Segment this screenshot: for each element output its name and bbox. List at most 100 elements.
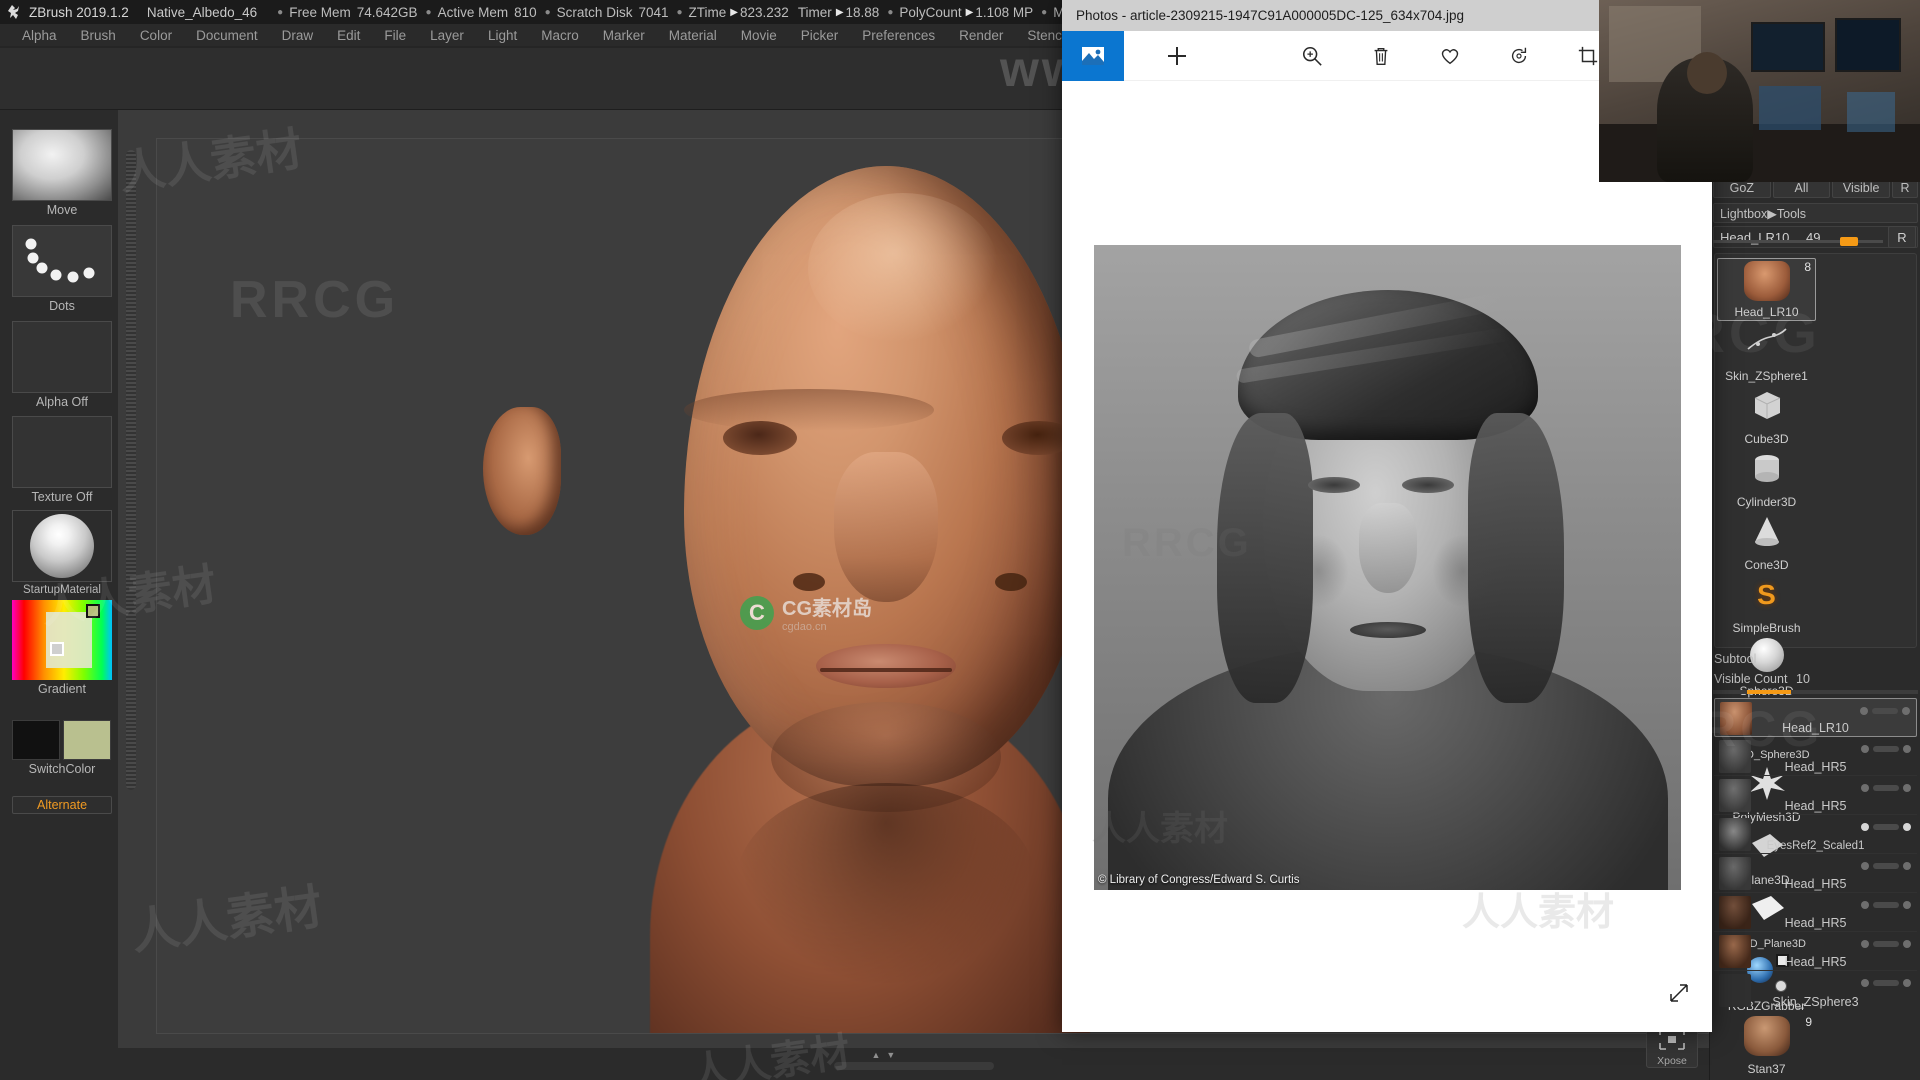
menu-edit[interactable]: Edit — [325, 26, 372, 45]
subtool-row-head-lr10[interactable]: Head_LR10 — [1714, 698, 1917, 737]
color-picker-swatch[interactable] — [12, 600, 112, 680]
photos-home-icon[interactable] — [1062, 30, 1124, 81]
active-tool-r-button[interactable]: R — [1888, 226, 1916, 248]
tool-simplebrush[interactable]: S SimpleBrush — [1717, 573, 1816, 636]
subtool-slider[interactable] — [1873, 824, 1899, 830]
paint-dot-icon[interactable] — [1903, 745, 1911, 753]
paint-dot-icon[interactable] — [1902, 707, 1910, 715]
brush-palette-item[interactable]: Move — [12, 129, 112, 217]
zoom-icon[interactable] — [1289, 31, 1336, 81]
texture-off-thumb[interactable] — [12, 416, 112, 488]
rotate-icon[interactable] — [1496, 31, 1543, 81]
subtool-row-head-hr5-3[interactable]: Head_HR5 — [1714, 854, 1917, 893]
paint-dot-icon[interactable] — [1903, 784, 1911, 792]
add-icon[interactable] — [1154, 31, 1201, 81]
color-field[interactable] — [46, 612, 92, 668]
visibility-dot-icon[interactable] — [1861, 823, 1869, 831]
menu-document[interactable]: Document — [184, 26, 270, 45]
subtool-controls[interactable] — [1861, 862, 1911, 870]
subtool-controls[interactable] — [1861, 901, 1911, 909]
visibility-dot-icon[interactable] — [1860, 707, 1868, 715]
menu-layer[interactable]: Layer — [418, 26, 476, 45]
lightbox-tools-band[interactable]: Lightbox▶Tools — [1713, 203, 1918, 223]
subtool-row-head-hr5-1[interactable]: Head_HR5 — [1714, 737, 1917, 776]
tool-cone3d[interactable]: Cone3D — [1717, 510, 1816, 573]
canvas-vertical-scrollbar[interactable] — [126, 150, 136, 790]
tool-cube3d[interactable]: Cube3D — [1717, 384, 1816, 447]
menu-macro[interactable]: Macro — [529, 26, 591, 45]
menu-preferences[interactable]: Preferences — [850, 26, 947, 45]
material-palette-item[interactable]: StartupMaterial — [12, 510, 112, 596]
color-swatch-black[interactable] — [12, 720, 60, 760]
visibility-dot-icon[interactable] — [1861, 862, 1869, 870]
menu-light[interactable]: Light — [476, 26, 529, 45]
paint-dot-icon[interactable] — [1903, 901, 1911, 909]
paint-dot-icon[interactable] — [1903, 979, 1911, 987]
alpha-palette-item[interactable]: Alpha Off — [12, 321, 112, 409]
visibility-dot-icon[interactable] — [1861, 940, 1869, 948]
menu-render[interactable]: Render — [947, 26, 1015, 45]
subtool-controls[interactable] — [1861, 745, 1911, 753]
switch-color-item[interactable]: SwitchColor — [12, 720, 112, 776]
canvas-horizontal-scrollbar[interactable] — [833, 1062, 994, 1070]
visibility-dot-icon[interactable] — [1861, 745, 1869, 753]
stroke-dots-thumb[interactable] — [12, 225, 112, 297]
subtool-row-head-hr5-2[interactable]: Head_HR5 — [1714, 776, 1917, 815]
menu-marker[interactable]: Marker — [591, 26, 657, 45]
visibility-dot-icon[interactable] — [1861, 979, 1869, 987]
subtool-slider[interactable] — [1872, 708, 1898, 714]
webcam-video-overlay[interactable] — [1599, 0, 1920, 182]
menu-movie[interactable]: Movie — [729, 26, 789, 45]
subtool-scroll-thumb[interactable] — [1747, 690, 1791, 694]
subtool-controls[interactable] — [1860, 707, 1910, 715]
active-tool-slider-knob[interactable] — [1840, 237, 1858, 246]
subtool-controls[interactable] — [1861, 823, 1911, 831]
favorite-icon[interactable] — [1427, 31, 1474, 81]
color-palette-item[interactable]: Gradient — [12, 600, 112, 696]
tool-head-lr10-top[interactable]: 8 Head_LR10 — [1717, 258, 1816, 321]
cube-icon — [1744, 386, 1790, 426]
subtool-controls[interactable] — [1861, 940, 1911, 948]
stroke-palette-item[interactable]: Dots — [12, 225, 112, 313]
color-swatch-olive[interactable] — [63, 720, 111, 760]
subtool-controls[interactable] — [1861, 784, 1911, 792]
photo-viewer-image[interactable]: © Library of Congress/Edward S. Curtis — [1094, 245, 1681, 890]
visibility-dot-icon[interactable] — [1861, 901, 1869, 909]
delete-icon[interactable] — [1358, 31, 1405, 81]
paint-dot-icon[interactable] — [1903, 823, 1911, 831]
visibility-dot-icon[interactable] — [1861, 784, 1869, 792]
subtool-row-head-hr5-4[interactable]: Head_HR5 — [1714, 893, 1917, 932]
tool-stan37[interactable]: 9 Stan37 — [1717, 1014, 1816, 1077]
menu-draw[interactable]: Draw — [270, 26, 326, 45]
brush-move-thumb[interactable] — [12, 129, 112, 201]
subtool-scroll-track[interactable] — [1713, 690, 1918, 694]
expand-icon[interactable] — [1668, 982, 1690, 1004]
subtool-slider[interactable] — [1873, 902, 1899, 908]
paint-dot-icon[interactable] — [1903, 940, 1911, 948]
subtool-row-eyesref2-scaled1[interactable]: EyesRef2_Scaled1 — [1714, 815, 1917, 854]
subtool-slider[interactable] — [1873, 863, 1899, 869]
tool-cylinder3d[interactable]: Cylinder3D — [1717, 447, 1816, 510]
subtool-header[interactable]: Subtool — [1714, 652, 1756, 666]
color-marker-primary[interactable] — [86, 604, 100, 618]
menu-material[interactable]: Material — [657, 26, 729, 45]
menu-color[interactable]: Color — [128, 26, 184, 45]
menu-brush[interactable]: Brush — [69, 26, 128, 45]
alpha-off-thumb[interactable] — [12, 321, 112, 393]
paint-dot-icon[interactable] — [1903, 862, 1911, 870]
subtool-row-skin-zsphere3[interactable]: Skin_ZSphere3 — [1714, 971, 1917, 1010]
subtool-slider[interactable] — [1873, 785, 1899, 791]
tool-skin-zsphere1[interactable]: Skin_ZSphere1 — [1717, 321, 1816, 384]
color-marker-secondary[interactable] — [50, 642, 64, 656]
subtool-slider[interactable] — [1873, 980, 1899, 986]
texture-palette-item[interactable]: Texture Off — [12, 416, 112, 504]
subtool-row-head-hr5-5[interactable]: Head_HR5 — [1714, 932, 1917, 971]
menu-alpha[interactable]: Alpha — [10, 26, 69, 45]
subtool-slider[interactable] — [1873, 941, 1899, 947]
menu-file[interactable]: File — [372, 26, 418, 45]
material-sphere-thumb[interactable] — [12, 510, 112, 582]
menu-picker[interactable]: Picker — [789, 26, 851, 45]
subtool-slider[interactable] — [1873, 746, 1899, 752]
alternate-button[interactable]: Alternate — [12, 796, 112, 814]
subtool-controls[interactable] — [1861, 979, 1911, 987]
